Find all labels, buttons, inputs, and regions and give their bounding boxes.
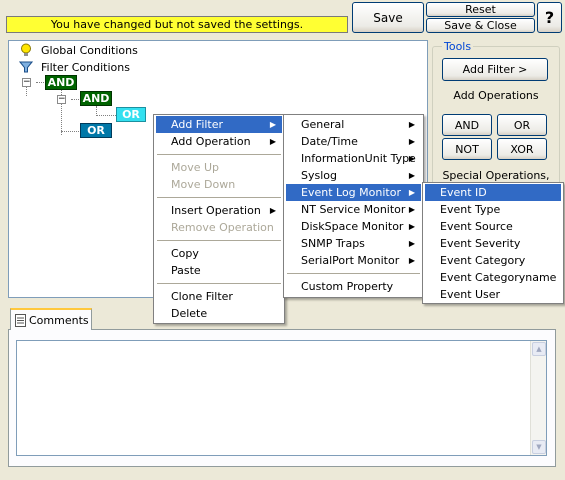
menu-item-delete[interactable]: Delete (156, 305, 282, 322)
add-filter-button[interactable]: Add Filter > (442, 58, 548, 81)
submenu-item-event-user[interactable]: Event User (425, 286, 561, 303)
tree-connector (96, 115, 116, 116)
menu-item-move-up: Move Up (171, 161, 220, 174)
submenu-item-event-category[interactable]: Event Category (425, 252, 561, 269)
menu-separator (157, 197, 281, 198)
menu-item-add-filter[interactable]: Add Filter ▶ (156, 116, 282, 133)
submenu-item-serialport-monitor[interactable]: SerialPort Monitor ▶ (286, 252, 421, 269)
submenu-arrow-icon: ▶ (408, 239, 415, 248)
submenu-arrow-icon: ▶ (408, 171, 415, 180)
menu-separator (157, 240, 281, 241)
eventlog-submenu: Event ID Event Type Event Source Event S… (422, 182, 564, 304)
tree-item-filter-conditions[interactable]: Filter Conditions (19, 60, 130, 74)
tools-group-title: Tools (442, 40, 474, 53)
or-operation-button[interactable]: OR (497, 114, 547, 136)
filter-funnel-icon (19, 61, 33, 73)
menu-item-insert-operation[interactable]: Insert Operation ▶ (156, 202, 282, 219)
submenu-item-event-log-monitor[interactable]: Event Log Monitor ▶ (286, 184, 421, 201)
menu-item-label: InformationUnit Type (301, 152, 416, 165)
tab-comments[interactable]: Comments (10, 308, 92, 330)
menu-item-label: Insert Operation (171, 204, 261, 217)
menu-item-label: Syslog (301, 169, 337, 182)
tree-label-global-conditions: Global Conditions (41, 43, 138, 57)
scroll-up-arrow-icon[interactable]: ▲ (532, 342, 546, 356)
submenu-arrow-icon: ▶ (269, 137, 276, 146)
submenu-item-date-time[interactable]: Date/Time ▶ (286, 133, 421, 150)
menu-item-label: Add Filter (171, 118, 224, 131)
context-menu: Add Filter ▶ Add Operation ▶ Move Up Move … (153, 114, 285, 324)
not-operation-button[interactable]: NOT (442, 138, 492, 160)
filter-submenu: General ▶ Date/Time ▶ InformationUnit Type… (283, 114, 424, 298)
menu-item-remove-operation: Remove Operation (171, 221, 274, 234)
save-close-button[interactable]: Save & Close (426, 18, 535, 33)
tree-node-or-sibling[interactable]: OR (80, 123, 112, 138)
menu-item-label: General (301, 118, 345, 131)
submenu-arrow-icon: ▶ (408, 137, 415, 146)
menu-item-copy[interactable]: Copy (156, 245, 282, 262)
menu-item-label: NT Service Monitor (301, 203, 406, 216)
submenu-item-event-source[interactable]: Event Source (425, 218, 561, 235)
menu-separator (157, 283, 281, 284)
save-button[interactable]: Save (352, 2, 424, 33)
menu-item-label: SNMP Traps (301, 237, 365, 250)
tree-label-filter-conditions: Filter Conditions (41, 60, 130, 74)
special-operations-label: Special Operations, (442, 169, 550, 182)
submenu-item-event-severity[interactable]: Event Severity (425, 235, 561, 252)
collapse-toggle[interactable]: − (22, 78, 31, 87)
submenu-item-custom-property[interactable]: Custom Property (286, 278, 421, 295)
submenu-item-informationunit-type[interactable]: InformationUnit Type ▶ (286, 150, 421, 167)
collapse-toggle[interactable]: − (57, 95, 66, 104)
xor-operation-button[interactable]: XOR (497, 138, 547, 160)
menu-item-paste[interactable]: Paste (156, 262, 282, 279)
submenu-item-snmp-traps[interactable]: SNMP Traps ▶ (286, 235, 421, 252)
tree-node-and-child[interactable]: AND (80, 91, 112, 106)
menu-separator (287, 273, 420, 274)
submenu-arrow-icon: ▶ (269, 206, 276, 215)
menu-item-label: SerialPort Monitor (301, 254, 400, 267)
submenu-item-diskspace-monitor[interactable]: DiskSpace Monitor ▶ (286, 218, 421, 235)
submenu-arrow-icon: ▶ (408, 256, 415, 265)
lightbulb-icon (21, 43, 31, 56)
menu-item-label: Date/Time (301, 135, 358, 148)
menu-item-label: Event Log Monitor (301, 186, 401, 199)
menu-item-label: Add Operation (171, 135, 251, 148)
and-operation-button[interactable]: AND (442, 114, 492, 136)
menu-separator (157, 154, 281, 155)
unsaved-changes-notice: You have changed but not saved the setti… (6, 16, 348, 33)
submenu-arrow-icon: ▶ (408, 188, 415, 197)
submenu-item-syslog[interactable]: Syslog ▶ (286, 167, 421, 184)
submenu-item-event-id[interactable]: Event ID (425, 184, 561, 201)
menu-item-move-down: Move Down (171, 178, 236, 191)
submenu-arrow-icon: ▶ (408, 222, 415, 231)
tree-node-or-selected[interactable]: OR (116, 107, 146, 122)
submenu-item-event-categoryname[interactable]: Event Categoryname (425, 269, 561, 286)
submenu-arrow-icon: ▶ (408, 205, 415, 214)
tree-connector (26, 87, 27, 96)
comments-textarea[interactable] (16, 340, 547, 456)
tree-connector (61, 131, 81, 132)
tree-node-and-root[interactable]: AND (45, 75, 77, 90)
help-button[interactable]: ? (537, 2, 562, 33)
submenu-item-nt-service-monitor[interactable]: NT Service Monitor ▶ (286, 201, 421, 218)
scroll-down-arrow-icon[interactable]: ▼ (532, 440, 546, 454)
submenu-arrow-icon: ▶ (408, 120, 415, 129)
menu-item-add-operation[interactable]: Add Operation ▶ (156, 133, 282, 150)
submenu-item-general[interactable]: General ▶ (286, 116, 421, 133)
menu-item-label: DiskSpace Monitor (301, 220, 404, 233)
submenu-arrow-icon: ▶ (408, 154, 415, 163)
add-operations-label: Add Operations (453, 89, 539, 102)
tree-item-global-conditions[interactable]: Global Conditions (19, 43, 138, 57)
submenu-item-event-type[interactable]: Event Type (425, 201, 561, 218)
submenu-arrow-icon: ▶ (269, 120, 276, 129)
comments-scrollbar[interactable]: ▲ ▼ (530, 341, 546, 455)
menu-item-clone-filter[interactable]: Clone Filter (156, 288, 282, 305)
reset-button[interactable]: Reset (426, 2, 535, 17)
tab-comments-label: Comments (29, 313, 89, 327)
document-icon (15, 313, 26, 327)
